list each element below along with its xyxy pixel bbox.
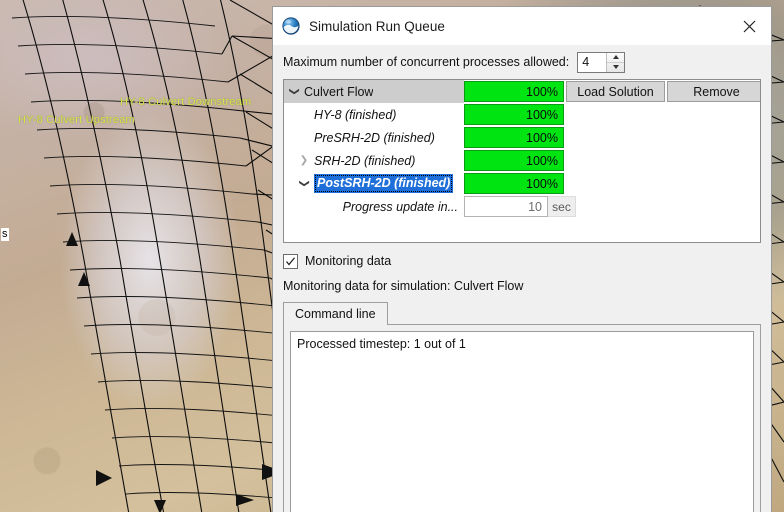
max-processes-stepper[interactable] <box>577 51 626 73</box>
map-corner-letter: s <box>1 228 9 241</box>
chevron-down-icon[interactable]: ❯ <box>289 82 300 102</box>
progress-bar: 100% <box>464 81 564 102</box>
queue-row-label: SRH-2D (finished) <box>314 153 416 168</box>
tab-command-line[interactable]: Command line <box>283 302 388 325</box>
dialog-title: Simulation Run Queue <box>309 18 445 34</box>
monitoring-data-checkbox[interactable] <box>283 253 298 269</box>
monitoring-tabstrip: Command line <box>283 300 761 325</box>
monitoring-data-label: Monitoring data <box>305 254 392 268</box>
close-glyph <box>743 20 755 32</box>
queue-row-label: HY-8 (finished) <box>314 107 397 122</box>
queue-row-label-selected: PostSRH-2D (finished) <box>314 174 454 193</box>
queue-row-name-cell: Progress update in... <box>284 195 464 218</box>
chevron-right-icon[interactable]: ❯ <box>294 155 314 166</box>
monitoring-data-row: Monitoring data <box>283 247 761 275</box>
progress-update-input[interactable]: 10 <box>464 196 548 217</box>
progress-bar: 100% <box>464 127 564 148</box>
checkmark-icon <box>286 256 295 265</box>
queue-row-name-cell[interactable]: HY-8 (finished) <box>284 103 464 126</box>
command-line-output[interactable]: Processed timestep: 1 out of 1 <box>290 331 754 512</box>
map-label-culvert-downstream: HY-8 Culvert Downstream <box>120 96 252 108</box>
chevron-down-icon[interactable]: ❯ <box>299 174 310 194</box>
dialog-titlebar: Simulation Run Queue <box>273 7 771 45</box>
table-row[interactable]: ❯ Culvert Flow 100% Load Solution Remove <box>284 80 760 103</box>
progress-bar: 100% <box>464 104 564 125</box>
console-line: Processed timestep: 1 out of 1 <box>297 337 466 351</box>
stepper-buttons <box>606 52 625 72</box>
max-processes-row: Maximum number of concurrent processes a… <box>283 45 761 79</box>
queue-row-label: Culvert Flow <box>304 84 374 99</box>
simulation-queue-tree[interactable]: ❯ Culvert Flow 100% Load Solution Remove… <box>283 79 761 243</box>
monitoring-subtitle: Monitoring data for simulation: Culvert … <box>283 279 524 293</box>
table-row[interactable]: ❯ PostSRH-2D (finished) 100% <box>284 172 760 195</box>
progress-bar: 100% <box>464 150 564 171</box>
map-label-culvert-upstream: HY-8 Culvert Upstream <box>18 114 135 126</box>
table-row[interactable]: ❯ SRH-2D (finished) 100% <box>284 149 760 172</box>
remove-button[interactable]: Remove <box>667 81 760 102</box>
load-solution-button[interactable]: Load Solution <box>566 81 665 102</box>
queue-row-name-cell[interactable]: ❯ SRH-2D (finished) <box>284 149 464 172</box>
max-processes-input[interactable] <box>578 52 607 72</box>
water-sphere-icon <box>282 17 300 35</box>
chevron-up-icon <box>612 55 619 59</box>
progress-update-unit: sec <box>548 196 576 217</box>
table-row[interactable]: Progress update in... 10 sec <box>284 195 760 218</box>
queue-row-name-cell[interactable]: ❯ PostSRH-2D (finished) <box>284 172 464 195</box>
monitoring-tab-panel: Processed timestep: 1 out of 1 <box>283 324 761 512</box>
close-icon[interactable] <box>727 8 771 45</box>
chevron-down-icon <box>612 65 619 69</box>
stepper-down-button[interactable] <box>607 63 624 72</box>
table-row[interactable]: PreSRH-2D (finished) 100% <box>284 126 760 149</box>
dialog-body: Maximum number of concurrent processes a… <box>273 45 771 512</box>
screen: HY-8 Culvert Downstream HY-8 Culvert Ups… <box>0 0 784 512</box>
progress-bar: 100% <box>464 173 564 194</box>
max-processes-label: Maximum number of concurrent processes a… <box>283 55 570 69</box>
queue-row-name-cell[interactable]: ❯ Culvert Flow <box>284 80 464 103</box>
queue-row-name-cell[interactable]: PreSRH-2D (finished) <box>284 126 464 149</box>
simulation-run-queue-dialog: Simulation Run Queue Maximum number of c… <box>272 6 772 512</box>
stepper-up-button[interactable] <box>607 53 625 63</box>
table-row[interactable]: HY-8 (finished) 100% <box>284 103 760 126</box>
progress-update-label: Progress update in... <box>342 199 458 214</box>
queue-row-label: PreSRH-2D (finished) <box>314 130 435 145</box>
